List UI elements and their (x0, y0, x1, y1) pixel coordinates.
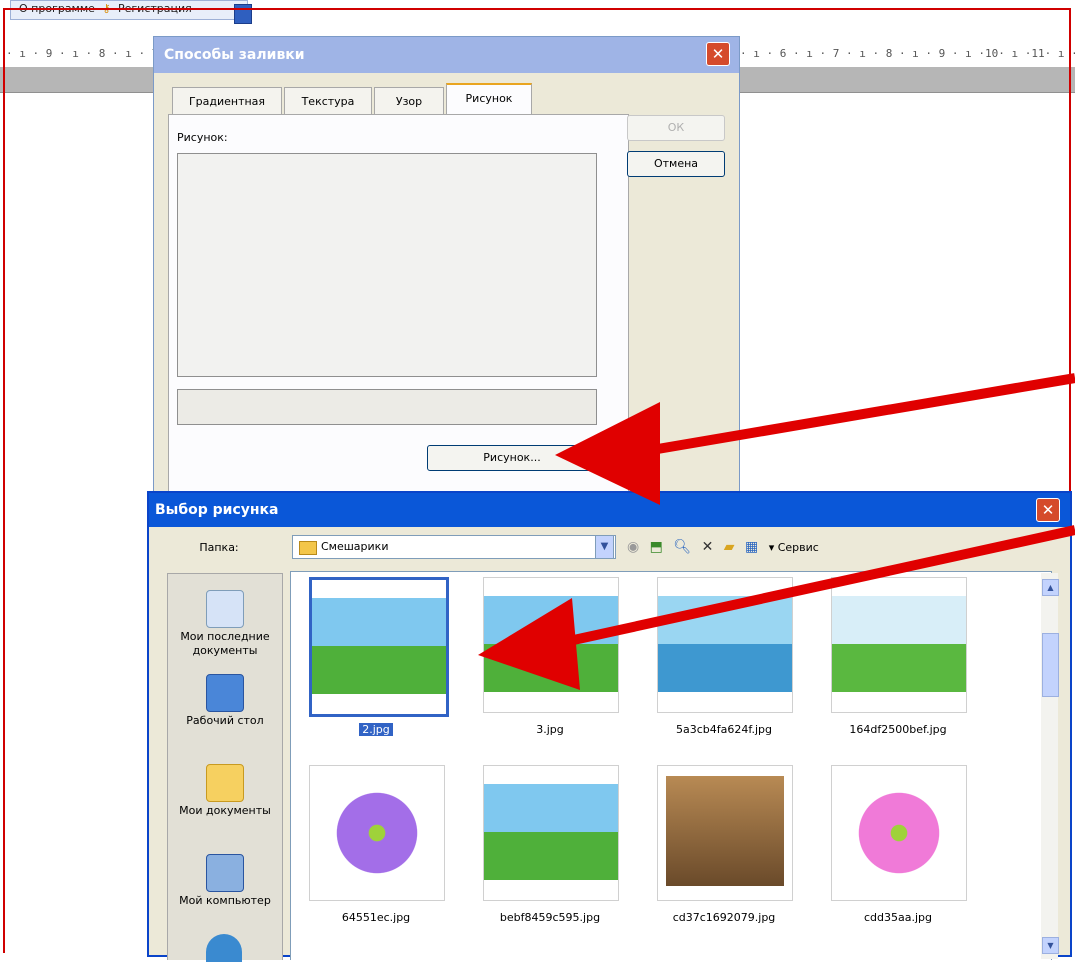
place-my-computer[interactable]: Мой компьютер (168, 854, 282, 908)
place-desktop[interactable]: Рабочий стол (168, 674, 282, 728)
picker-toolbar: ◉ ⬒ 🔍︎ ✕ ▰ ▦ ▾ Сервис (627, 535, 831, 559)
tab-texture[interactable]: Текстура (284, 87, 372, 115)
file-name[interactable]: bebf8459c595.jpg (465, 911, 635, 924)
room-image (666, 776, 784, 886)
tools-label: Сервис (777, 541, 819, 554)
select-picture-button[interactable]: Рисунок... (427, 445, 597, 471)
file-thumbnail[interactable] (309, 765, 445, 901)
tab-gradient[interactable]: Градиентная (172, 87, 282, 115)
folder-value: Смешарики (321, 540, 389, 553)
place-my-documents-label: Мои документы (179, 804, 271, 817)
file-name[interactable]: 2.jpg (291, 723, 461, 736)
picker-dialog-title: Выбор рисунка (149, 493, 1070, 527)
picture-label: Рисунок: (177, 131, 228, 144)
picture-name-field (177, 389, 597, 425)
picker-dialog-close-icon[interactable]: ✕ (1036, 498, 1060, 522)
my-documents-icon (206, 764, 244, 802)
file-name-text: 64551ec.jpg (341, 911, 411, 924)
place-my-computer-label: Мой компьютер (179, 894, 271, 907)
file-name[interactable]: cd37c1692079.jpg (639, 911, 809, 924)
network-places-icon[interactable] (206, 934, 242, 962)
ok-button[interactable]: ОК (627, 115, 725, 141)
picture-preview (177, 153, 597, 377)
file-thumbnail[interactable] (657, 577, 793, 713)
delete-icon[interactable]: ✕ (702, 535, 714, 559)
tab-pattern[interactable]: Узор (374, 87, 444, 115)
cancel-button[interactable]: Отмена (627, 151, 725, 177)
views-icon[interactable]: ▦ (745, 535, 758, 559)
tools-menu[interactable]: ▾ Сервис (769, 536, 825, 560)
places-bar: Мои последние документы Рабочий стол Мои… (167, 573, 283, 962)
desktop-icon (206, 674, 244, 712)
file-name-text: cdd35aa.jpg (863, 911, 932, 924)
file-name[interactable]: 64551ec.jpg (291, 911, 461, 924)
fill-effects-dialog: Способы заливки ✕ Градиентная Текстура У… (153, 36, 740, 508)
file-thumbnail[interactable] (309, 577, 449, 717)
new-folder-icon[interactable]: ▰ (724, 535, 735, 559)
scroll-thumb[interactable] (1042, 633, 1059, 697)
search-web-icon[interactable]: 🔍︎ (673, 535, 691, 559)
file-name-text: 3.jpg (536, 723, 564, 736)
file-name-text: 164df2500bef.jpg (849, 723, 947, 736)
landscape-image (312, 598, 446, 694)
file-thumbnail[interactable] (831, 577, 967, 713)
fill-dialog-close-icon[interactable]: ✕ (706, 42, 730, 66)
folder-select[interactable]: Смешарики (292, 535, 616, 559)
file-thumbnail[interactable] (483, 765, 619, 901)
file-thumbnail[interactable] (483, 577, 619, 713)
recent-documents-icon (206, 590, 244, 628)
folder-icon (299, 541, 317, 555)
file-name-text: bebf8459c595.jpg (499, 911, 601, 924)
landscape-image (832, 596, 966, 692)
file-name[interactable]: 5a3cb4fa624f.jpg (639, 723, 809, 736)
place-recent[interactable]: Мои последние документы (168, 590, 282, 658)
flower-image (330, 786, 424, 880)
place-my-documents[interactable]: Мои документы (168, 764, 282, 818)
landscape-image (484, 784, 618, 880)
file-name-text: 5a3cb4fa624f.jpg (676, 723, 772, 736)
vertical-scrollbar[interactable] (1041, 573, 1058, 959)
my-computer-icon (206, 854, 244, 892)
fill-dialog-title: Способы заливки (154, 37, 739, 73)
chevron-down-icon[interactable]: ▼ (595, 535, 614, 559)
select-picture-dialog: Выбор рисунка ✕ Папка: Смешарики ▼ ◉ ⬒ 🔍… (147, 491, 1072, 962)
landscape-image (484, 596, 618, 692)
back-icon[interactable]: ◉ (627, 535, 639, 559)
file-thumbnail[interactable] (657, 765, 793, 901)
file-name-text: 2.jpg (359, 723, 393, 736)
scroll-down-icon[interactable]: ▼ (1042, 937, 1059, 954)
place-desktop-label: Рабочий стол (186, 714, 264, 727)
up-folder-icon[interactable]: ⬒ (650, 535, 663, 559)
landscape-image (658, 596, 792, 692)
picture-tab-panel: Рисунок: Рисунок... (168, 114, 629, 496)
folder-label: Папка: (199, 541, 239, 554)
file-thumbnail[interactable] (831, 765, 967, 901)
file-name[interactable]: 3.jpg (465, 723, 635, 736)
place-recent-label: Мои последние документы (180, 630, 270, 657)
file-name-text: cd37c1692079.jpg (672, 911, 776, 924)
scroll-up-icon[interactable]: ▲ (1042, 579, 1059, 596)
tab-picture[interactable]: Рисунок (446, 83, 532, 117)
file-name[interactable]: cdd35aa.jpg (813, 911, 983, 924)
file-name[interactable]: 164df2500bef.jpg (813, 723, 983, 736)
flower-image (852, 786, 946, 880)
